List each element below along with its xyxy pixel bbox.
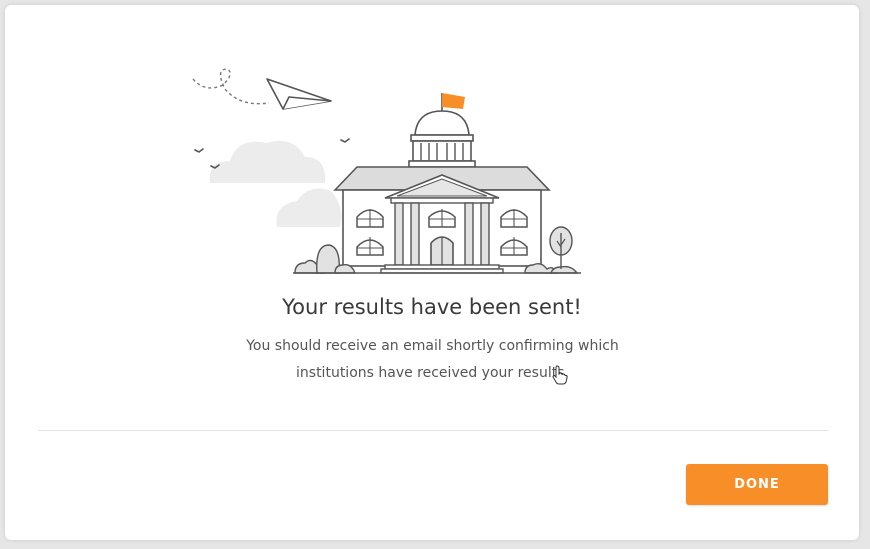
university-building-illustration xyxy=(192,68,581,274)
results-sent-dialog: Your results have been sent! You should … xyxy=(5,5,859,540)
done-button[interactable]: DONE xyxy=(686,464,828,505)
footer-divider xyxy=(38,430,828,431)
hand-pointer-cursor-icon xyxy=(552,365,568,385)
dialog-title: Your results have been sent! xyxy=(282,295,582,319)
